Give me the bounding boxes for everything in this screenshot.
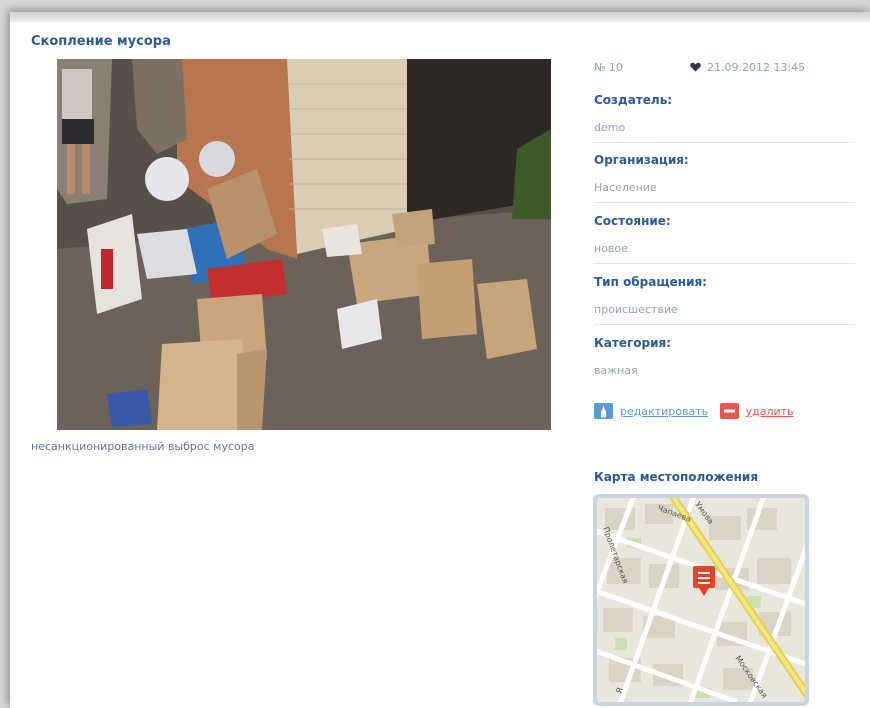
edit-icon[interactable] <box>594 403 613 419</box>
field-creator: Создатель: demo <box>594 93 855 143</box>
field-label: Создатель: <box>594 93 673 107</box>
field-organization: Организация: Население <box>594 153 855 203</box>
field-label: Тип обращения: <box>594 275 707 289</box>
divider <box>594 202 855 203</box>
divider <box>594 324 855 325</box>
field-value: demo <box>594 121 626 134</box>
field-request-type: Тип обращения: происшествие <box>594 275 855 325</box>
field-status: Состояние: новое <box>594 214 855 264</box>
heart-icon <box>690 62 701 72</box>
field-label: Организация: <box>594 153 689 167</box>
issue-panel: Скопление мусора несанкционированный выб… <box>10 12 870 708</box>
field-value: происшествие <box>594 303 678 316</box>
field-value: Население <box>594 181 657 194</box>
issue-number: № 10 <box>594 61 623 74</box>
edit-action[interactable]: редактировать <box>594 403 708 419</box>
issue-photo[interactable] <box>57 59 551 430</box>
delete-link[interactable]: удалить <box>746 405 794 418</box>
delete-icon[interactable] <box>719 403 739 419</box>
issue-title: Скопление мусора <box>31 34 171 49</box>
map-title: Карта местоположения <box>594 470 759 484</box>
delete-action[interactable]: удалить <box>719 403 794 419</box>
photo-caption: несанкционированный выброс мусора <box>31 440 255 453</box>
issue-date: 21.09.2012 13:45 <box>707 61 806 74</box>
edit-link[interactable]: редактировать <box>620 405 708 418</box>
divider <box>594 142 855 143</box>
divider <box>594 263 855 264</box>
field-category: Категория: важная <box>594 336 855 377</box>
location-map[interactable]: Чапаева Пролетарская Умова Московская Я <box>593 494 809 706</box>
field-value: новое <box>594 242 628 255</box>
field-label: Состояние: <box>594 214 671 228</box>
field-value: важная <box>594 364 638 377</box>
issue-date-wrap: 21.09.2012 13:45 <box>690 61 805 74</box>
issue-actions: редактировать удалить <box>594 403 802 422</box>
field-label: Категория: <box>594 336 672 350</box>
top-border <box>10 12 870 22</box>
